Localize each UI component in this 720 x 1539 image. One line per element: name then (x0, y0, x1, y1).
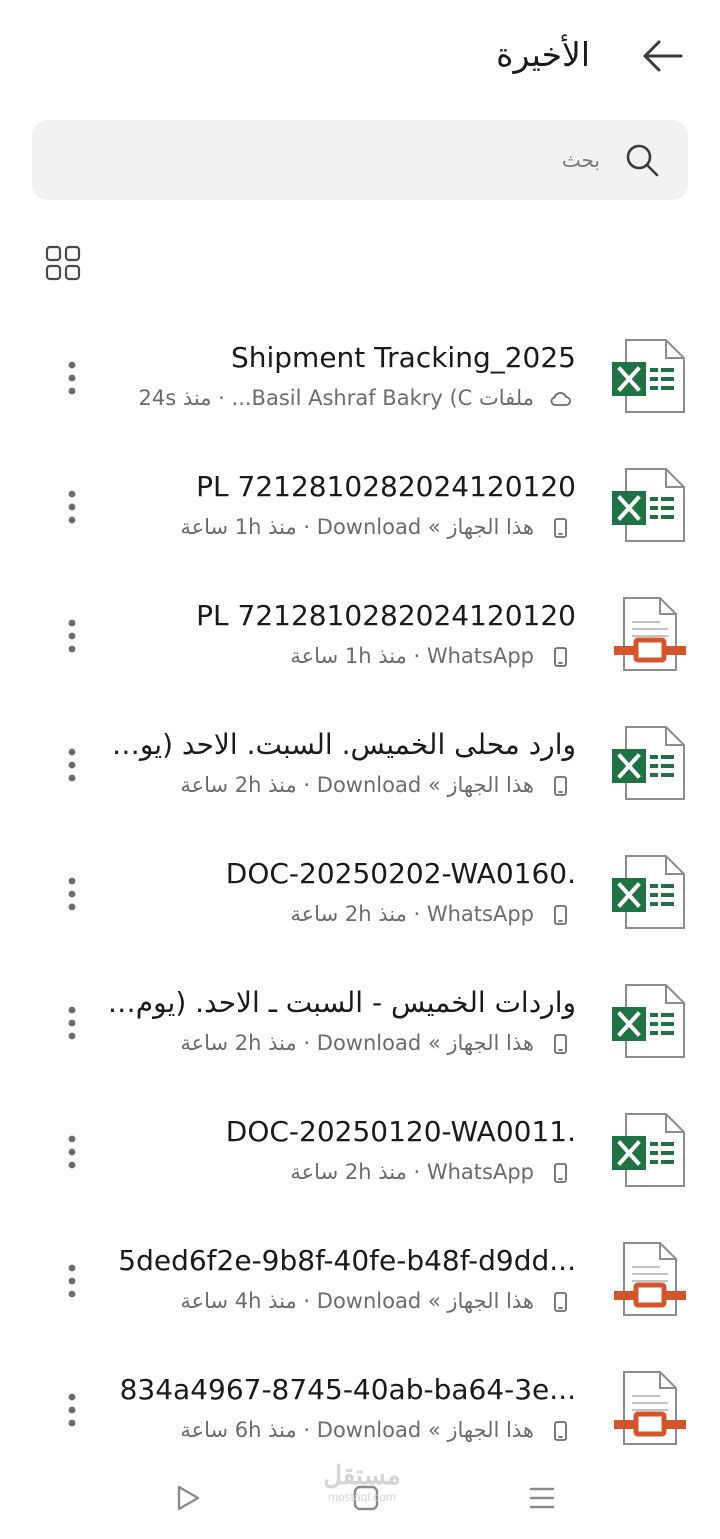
more-vertical-icon (68, 619, 76, 653)
file-type-icon (608, 1112, 688, 1190)
device-phone-icon (554, 647, 567, 667)
file-type-icon (608, 983, 688, 1061)
more-options-button[interactable] (54, 999, 90, 1047)
file-name: واردات الخميس - السبت ـ الاحد. (يوم ... (106, 986, 576, 1019)
more-options-button[interactable] (54, 1386, 90, 1434)
file-meta: ملفات Basil Ashraf Bakry (C... · منذ 24s (138, 386, 534, 410)
file-name: PL 7212810282024120120 (196, 599, 576, 632)
file-meta: WhatsApp · منذ 2h ساعة (290, 1160, 534, 1184)
file-list-item[interactable]: Shipment Tracking_2025 ملفات Basil Ashra… (0, 320, 720, 449)
more-vertical-icon (68, 1393, 76, 1427)
device-phone-icon (554, 905, 567, 925)
file-type-icon (608, 338, 688, 416)
more-vertical-icon (68, 877, 76, 911)
excel-file-icon (612, 855, 685, 929)
excel-file-icon (612, 468, 685, 542)
device-phone-icon (554, 776, 567, 796)
file-list-item[interactable]: DOC-20250202-WA0160. WhatsApp · منذ 2h س… (0, 836, 720, 965)
nav-play-button[interactable] (160, 1476, 216, 1520)
device-phone-icon (554, 518, 567, 538)
file-meta: WhatsApp · منذ 1h ساعة (290, 644, 534, 668)
excel-file-icon (612, 726, 685, 800)
recent-files-list: Shipment Tracking_2025 ملفات Basil Ashra… (0, 320, 720, 1481)
file-meta: WhatsApp · منذ 2h ساعة (290, 902, 534, 926)
file-list-item[interactable]: واردات الخميس - السبت ـ الاحد. (يوم ... … (0, 965, 720, 1094)
excel-file-icon (612, 1113, 685, 1187)
more-options-button[interactable] (54, 1257, 90, 1305)
file-list-item[interactable]: وارد محلى الخميس. السبت. الاحد (يوم ... … (0, 707, 720, 836)
more-options-button[interactable] (54, 741, 90, 789)
more-vertical-icon (68, 1135, 76, 1169)
file-list-item[interactable]: PL 7212810282024120120 هذا الجهاز » Down… (0, 449, 720, 578)
more-options-button[interactable] (54, 870, 90, 918)
arrow-left-icon (643, 40, 683, 72)
back-button[interactable] (636, 32, 688, 80)
file-type-icon (608, 854, 688, 932)
device-phone-icon (554, 1292, 567, 1312)
file-name: Shipment Tracking_2025 (230, 341, 576, 374)
nav-menu-button[interactable] (514, 1476, 570, 1520)
file-meta: هذا الجهاز » Download · منذ 2h ساعة (180, 773, 534, 797)
search-input[interactable] (60, 120, 600, 200)
file-name: 5ded6f2e-9b8f-40fe-b48f-d9dd... (118, 1244, 576, 1277)
watermark-logo: مستقل mostaql.com (323, 1460, 401, 1504)
file-type-icon (608, 1241, 688, 1319)
more-vertical-icon (68, 1006, 76, 1040)
file-meta: هذا الجهاز » Download · منذ 6h ساعة (180, 1418, 534, 1442)
file-type-icon (608, 725, 688, 803)
more-vertical-icon (68, 361, 76, 395)
more-options-button[interactable] (54, 612, 90, 660)
document-file-icon (614, 1371, 686, 1445)
search-icon (626, 144, 659, 177)
grid-view-icon (45, 245, 81, 281)
file-meta: هذا الجهاز » Download · منذ 4h ساعة (180, 1289, 534, 1313)
page-title: الأخيرة (496, 35, 590, 74)
excel-file-icon (612, 984, 685, 1058)
file-meta: هذا الجهاز » Download · منذ 1h ساعة (180, 515, 534, 539)
file-name: وارد محلى الخميس. السبت. الاحد (يوم ... (106, 728, 576, 761)
more-options-button[interactable] (54, 354, 90, 402)
more-vertical-icon (68, 1264, 76, 1298)
view-toggle-button[interactable] (40, 240, 86, 286)
file-name: DOC-20250202-WA0160. (225, 857, 576, 890)
device-phone-icon (554, 1421, 567, 1441)
excel-file-icon (612, 339, 685, 413)
file-name: DOC-20250120-WA0011. (225, 1115, 576, 1148)
app-header: الأخيرة (0, 0, 720, 112)
file-list-item[interactable]: DOC-20250120-WA0011. WhatsApp · منذ 2h س… (0, 1094, 720, 1223)
more-options-button[interactable] (54, 1128, 90, 1176)
device-phone-icon (554, 1163, 567, 1183)
file-meta: هذا الجهاز » Download · منذ 2h ساعة (180, 1031, 534, 1055)
file-list-item[interactable]: 5ded6f2e-9b8f-40fe-b48f-d9dd... هذا الجه… (0, 1223, 720, 1352)
play-icon (177, 1485, 200, 1511)
more-vertical-icon (68, 748, 76, 782)
cloud-icon (550, 392, 571, 406)
document-file-icon (614, 597, 686, 671)
file-name: PL 7212810282024120120 (196, 470, 576, 503)
device-phone-icon (554, 1034, 567, 1054)
file-type-icon (608, 1370, 688, 1448)
more-vertical-icon (68, 490, 76, 524)
file-name: 834a4967-8745-40ab-ba64-3e... (119, 1373, 576, 1406)
file-type-icon (608, 467, 688, 545)
file-list-item[interactable]: PL 7212810282024120120 WhatsApp · منذ 1h… (0, 578, 720, 707)
menu-icon (529, 1487, 555, 1509)
more-options-button[interactable] (54, 483, 90, 531)
document-file-icon (614, 1242, 686, 1316)
file-type-icon (608, 596, 688, 674)
